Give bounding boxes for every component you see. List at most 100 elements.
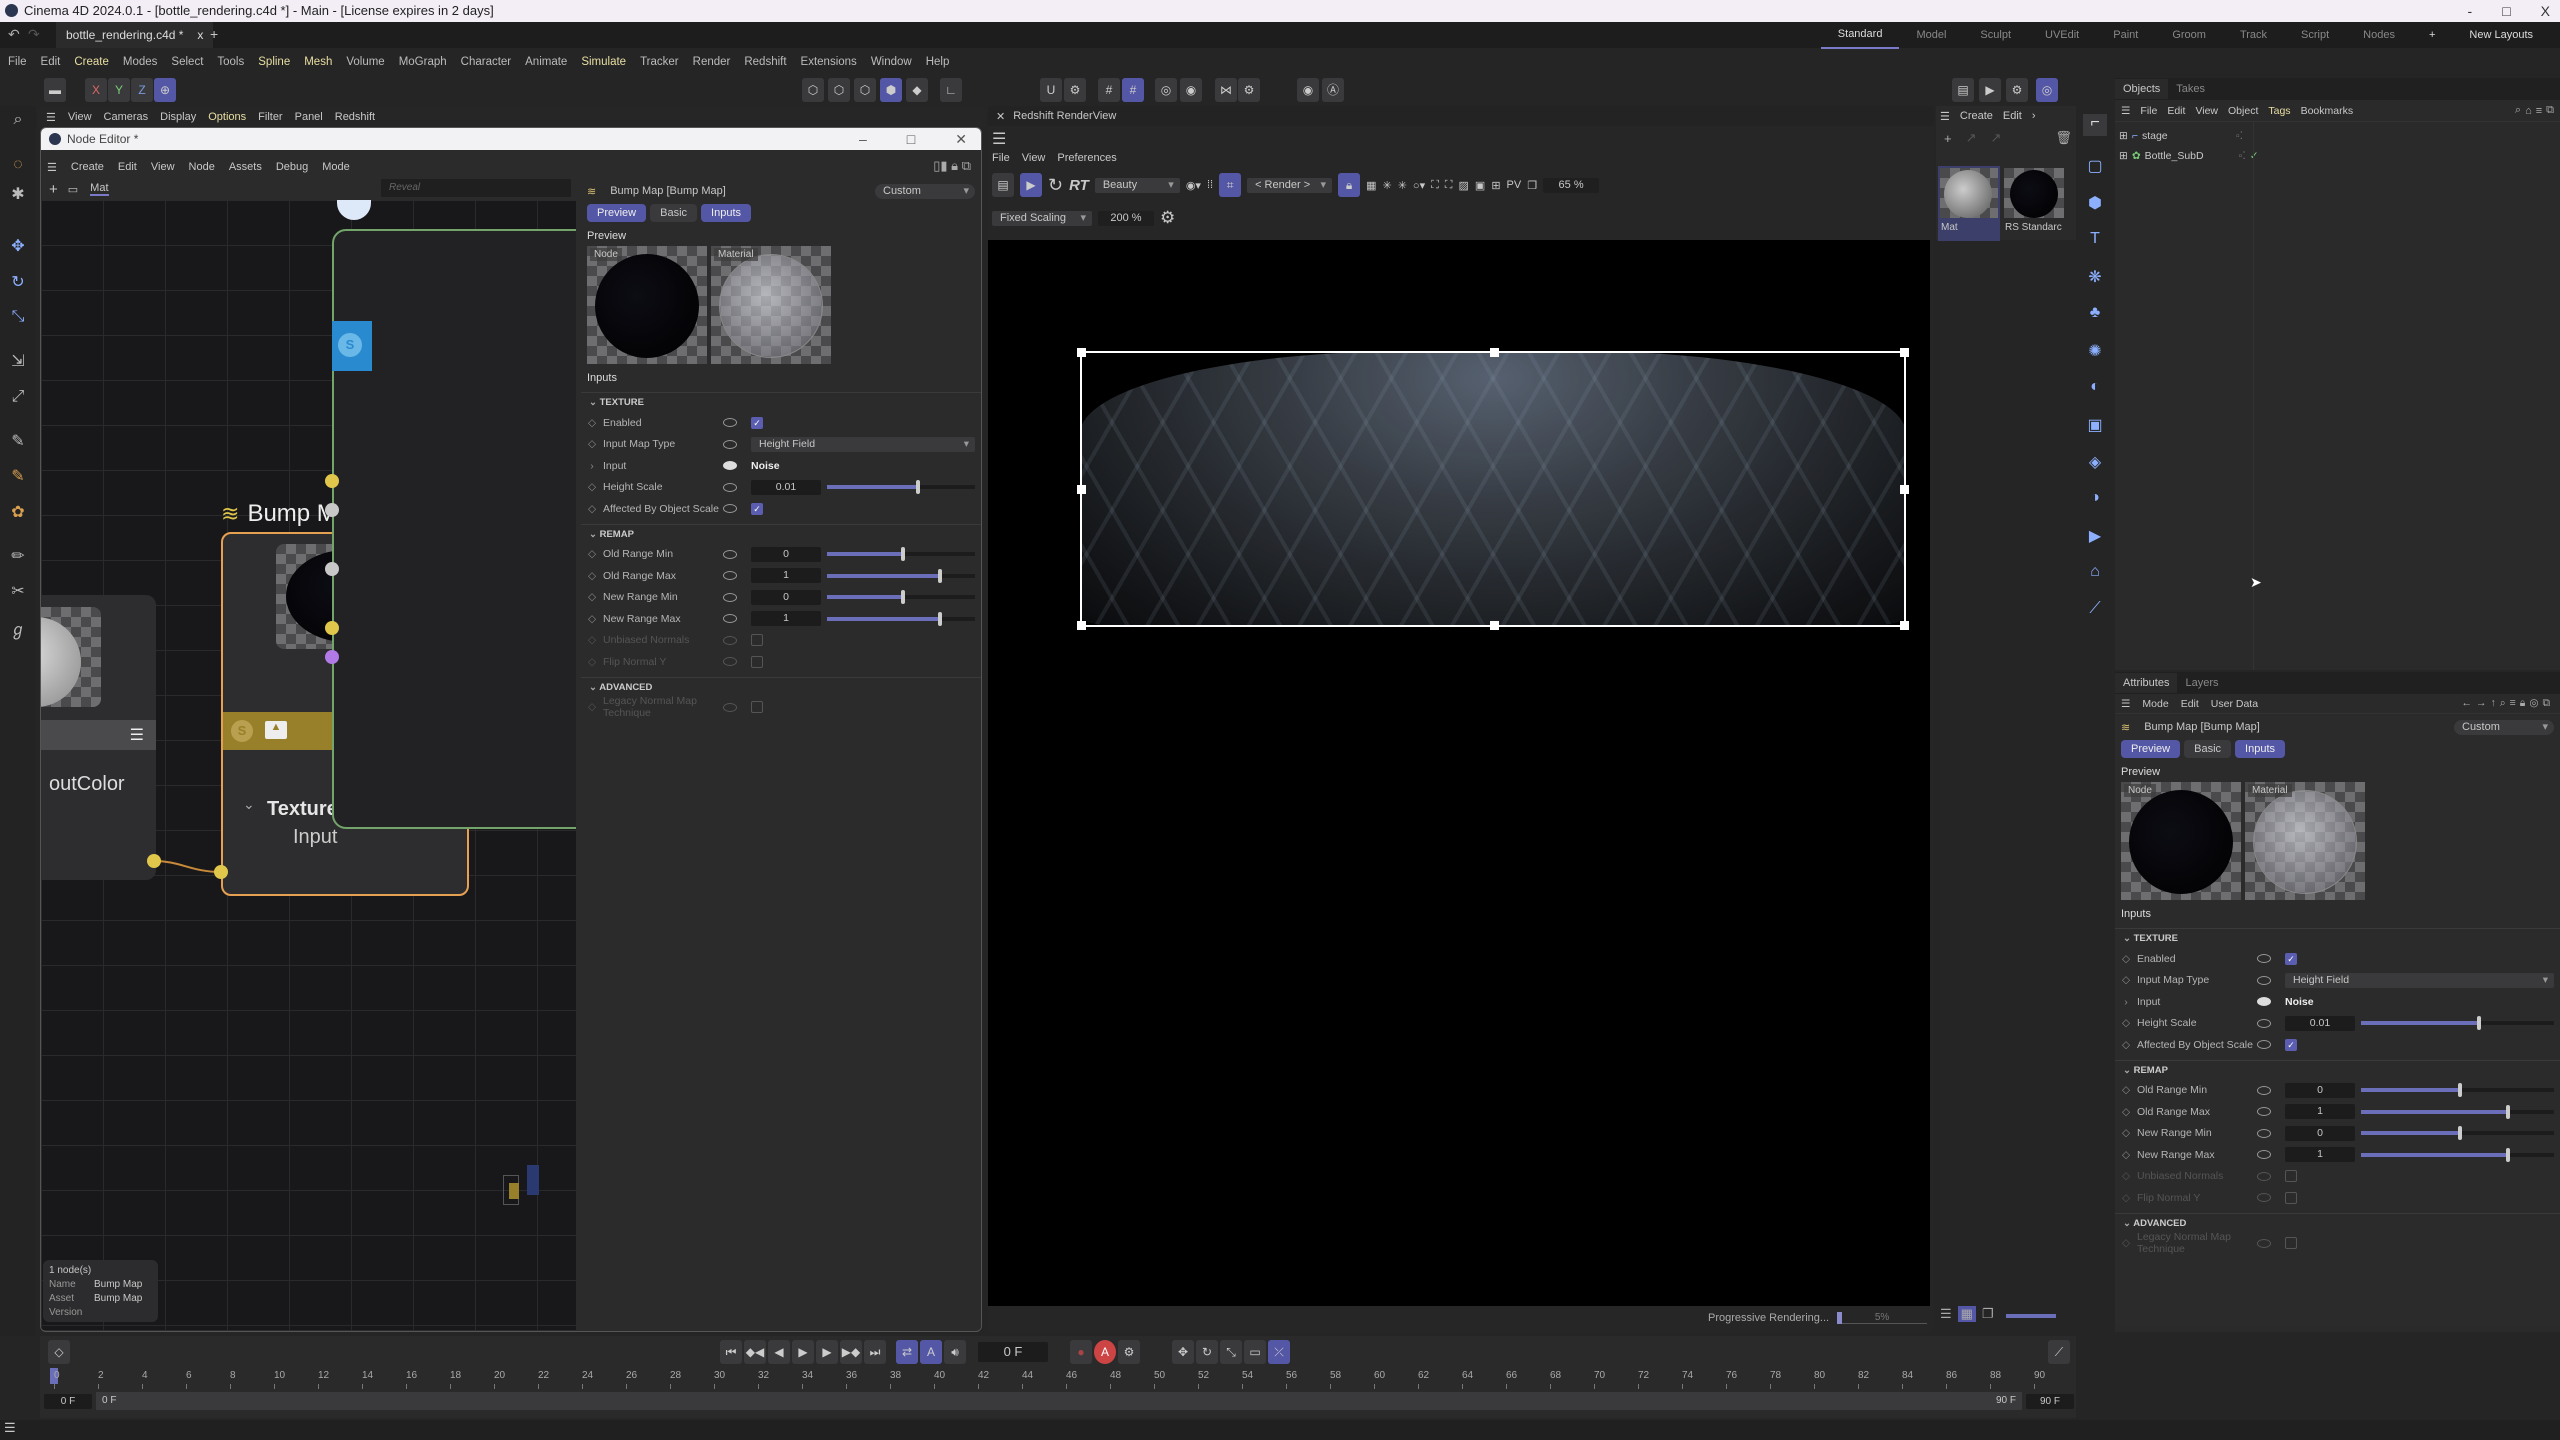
floor-object-icon[interactable]: ⌐ xyxy=(2083,114,2107,136)
maximize-button[interactable]: □ xyxy=(907,128,915,150)
tab-attributes[interactable]: Attributes xyxy=(2115,673,2178,693)
node-menu-view[interactable]: View xyxy=(151,161,175,173)
scaling-dropdown[interactable]: Fixed Scaling xyxy=(992,210,1092,226)
renderview-menu-preferences[interactable]: Preferences xyxy=(1057,152,1116,164)
clapper-icon[interactable]: ▤ xyxy=(992,173,1014,197)
slider-new-range-max[interactable] xyxy=(2361,1147,2554,1162)
chevron-down-icon[interactable]: ⌄ xyxy=(2123,933,2134,944)
node-menu-edit[interactable]: Edit xyxy=(118,161,137,173)
hamburger-menu-icon[interactable]: ☰ xyxy=(47,161,57,174)
node-menu-create[interactable]: Create xyxy=(71,161,104,173)
copy-icon[interactable]: ❐ xyxy=(1527,179,1537,192)
fit-icon[interactable]: ⛶ xyxy=(1431,179,1439,192)
port-icon[interactable] xyxy=(2257,975,2271,985)
expand-icon[interactable]: ⊞ xyxy=(2119,150,2128,162)
menu-edit[interactable]: Edit xyxy=(41,56,61,68)
add-node-icon[interactable]: + xyxy=(49,181,58,198)
slider-handle[interactable] xyxy=(938,568,942,583)
y-axis-toggle[interactable]: Y xyxy=(108,78,130,102)
new-layouts-button[interactable]: New Layouts xyxy=(2452,22,2550,48)
pen-icon[interactable]: ⟋ xyxy=(2083,600,2107,622)
port-icon[interactable] xyxy=(2257,1040,2271,1050)
render-settings-icon[interactable]: ◉ xyxy=(1297,78,1319,102)
layout-tab-script[interactable]: Script xyxy=(2284,22,2346,48)
cube-outline-icon[interactable]: ▢ xyxy=(2083,156,2107,178)
previous-frame-icon[interactable]: ◀ xyxy=(768,1340,790,1364)
object-row[interactable]: ⊞ ⌐ stage ▫⁚ xyxy=(2115,126,2560,146)
chevron-right-icon[interactable]: › xyxy=(2032,110,2036,122)
field-icon[interactable]: ◐ xyxy=(2083,378,2107,400)
field-old-range-min[interactable]: 0 xyxy=(2285,1082,2355,1098)
points-mode-icon[interactable]: ⬡ xyxy=(802,78,824,102)
reveal-search-input[interactable]: Reveal xyxy=(381,179,571,197)
close-button[interactable]: ✕ xyxy=(955,128,967,150)
preset-dropdown[interactable]: Custom xyxy=(875,183,975,199)
maximize-button[interactable]: □ xyxy=(2502,0,2510,22)
panel-layout-icon[interactable]: ▯▮ xyxy=(933,158,947,173)
viewport-menu-display[interactable]: Display xyxy=(160,111,196,123)
apply-icon[interactable]: ↗ xyxy=(1966,130,1977,146)
slider-handle[interactable] xyxy=(2457,1083,2462,1098)
keyframe-diamond-icon[interactable]: ◇ xyxy=(581,503,603,515)
port-icon[interactable] xyxy=(2257,1128,2271,1138)
cube-icon[interactable]: ⬢ xyxy=(2083,193,2107,215)
object-menu-bookmarks[interactable]: Bookmarks xyxy=(2301,105,2354,117)
slider-handle[interactable] xyxy=(901,590,905,605)
field-old-range-max[interactable]: 1 xyxy=(2285,1104,2355,1120)
axis-mode-icon[interactable]: ∟ xyxy=(940,78,962,102)
tag-icon[interactable]: ▭ xyxy=(68,183,78,196)
slider-height-scale[interactable] xyxy=(827,480,975,495)
next-key-icon[interactable]: ▶◆ xyxy=(840,1340,862,1364)
menu-user-data[interactable]: User Data xyxy=(2211,698,2258,710)
brush-icon[interactable]: ✎ xyxy=(6,466,30,488)
key-position-icon[interactable]: ✥ xyxy=(1172,1340,1194,1364)
checkbox-enabled[interactable]: ✓ xyxy=(2285,952,2297,965)
spline-pen-icon[interactable]: ✎ xyxy=(6,431,30,453)
slider-handle[interactable] xyxy=(2457,1126,2462,1141)
chevron-down-icon[interactable]: ⌄ xyxy=(2123,1065,2134,1076)
port-icon[interactable] xyxy=(723,702,737,712)
scale-icon[interactable]: ⤡ xyxy=(6,308,30,330)
slider-old-range-max[interactable] xyxy=(2361,1104,2554,1119)
outcolor-port[interactable] xyxy=(147,854,161,868)
keyframe-diamond-icon[interactable]: ◇ xyxy=(581,634,603,646)
region-handle[interactable] xyxy=(1077,348,1086,357)
lock-icon[interactable]: 🔒︎ xyxy=(951,158,958,173)
tab-basic[interactable]: Basic xyxy=(2184,740,2232,758)
go-to-end-icon[interactable]: ⏭ xyxy=(864,1340,886,1364)
picture-viewer-icon[interactable]: PV xyxy=(1507,179,1522,191)
settings-icon[interactable]: ✱ xyxy=(6,184,30,206)
paint-icon[interactable]: ✏ xyxy=(6,546,30,568)
keyframe-diamond-icon[interactable]: ◇ xyxy=(2115,1192,2137,1204)
key-pla-icon[interactable]: ⤫ xyxy=(1268,1340,1290,1364)
current-frame-field[interactable]: 0 F xyxy=(978,1342,1048,1362)
dropdown-input-map-type[interactable]: Height Field xyxy=(751,436,975,452)
keyframe-diamond-icon[interactable]: ◇ xyxy=(581,701,603,713)
port-icon[interactable] xyxy=(723,418,737,428)
filter-icon[interactable]: ≡ xyxy=(2536,105,2542,117)
port-icon[interactable] xyxy=(2257,954,2271,964)
render-settings-clapper-icon[interactable]: ⚙ xyxy=(2006,78,2028,102)
zoom-field[interactable]: 65 % xyxy=(1543,177,1600,193)
render-view-icon[interactable]: ▤ xyxy=(1952,78,1974,102)
layout-tab-sculpt[interactable]: Sculpt xyxy=(1963,22,2028,48)
close-panel-icon[interactable]: ✕ xyxy=(996,110,1005,123)
texture-group-label[interactable]: Texture xyxy=(267,798,338,821)
list-view-icon[interactable]: ☰ xyxy=(1940,1306,1952,1322)
menu-spline[interactable]: Spline xyxy=(258,56,290,68)
snap-icon[interactable]: U xyxy=(1040,78,1062,102)
object-menu-tags[interactable]: Tags xyxy=(2268,105,2290,117)
tab-takes[interactable]: Takes xyxy=(2168,79,2213,99)
bloom-icon[interactable]: ✳ xyxy=(1382,179,1391,192)
keyframe-diamond-icon[interactable]: ◇ xyxy=(581,591,603,603)
sound-icon[interactable]: 🔊︎ xyxy=(944,1340,966,1364)
visibility-dots-icon[interactable]: ▫⁚ xyxy=(2236,130,2243,142)
grid-icon[interactable]: # xyxy=(1098,78,1120,102)
linked-input-value[interactable]: Noise xyxy=(751,460,780,472)
material-menu-edit[interactable]: Edit xyxy=(2003,110,2022,122)
text-icon[interactable]: T xyxy=(2083,230,2107,252)
mograph-icon[interactable]: ♣ xyxy=(2083,304,2107,326)
redo-icon[interactable]: ↷ xyxy=(28,26,40,43)
region-handle[interactable] xyxy=(1900,621,1909,630)
section-remap[interactable]: ⌄ REMAP xyxy=(581,523,981,544)
